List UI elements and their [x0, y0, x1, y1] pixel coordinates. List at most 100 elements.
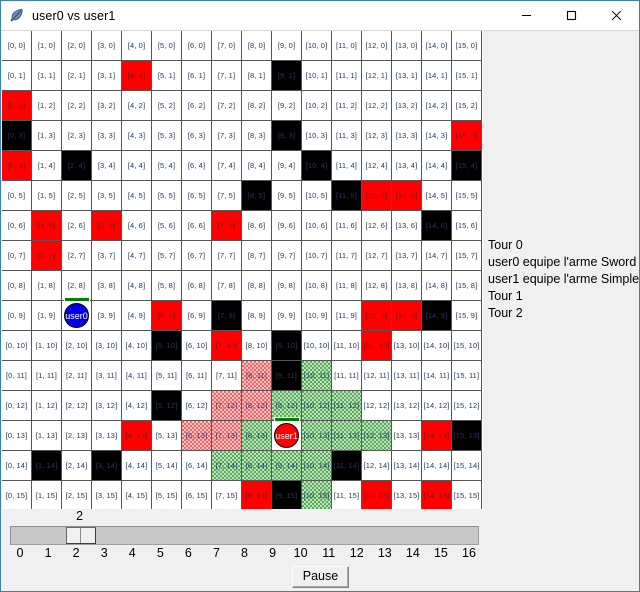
grid-cell[interactable]: [10, 7]: [302, 241, 332, 271]
grid-cell[interactable]: [14, 0]: [422, 31, 452, 61]
grid-cell[interactable]: [6, 4]: [182, 151, 212, 181]
grid-cell[interactable]: [7, 0]: [212, 31, 242, 61]
grid-cell[interactable]: [4, 2]: [122, 91, 152, 121]
grid-cell[interactable]: [1, 0]: [32, 31, 62, 61]
grid-cell[interactable]: [14, 7]: [422, 241, 452, 271]
grid-cell[interactable]: [14, 2]: [422, 91, 452, 121]
grid-cell[interactable]: [2, 12]: [62, 391, 92, 421]
grid-cell[interactable]: [12, 2]: [362, 91, 392, 121]
grid-cell[interactable]: [13, 4]: [392, 151, 422, 181]
grid-cell[interactable]: [9, 4]: [272, 151, 302, 181]
grid-cell[interactable]: [3, 6]: [92, 211, 122, 241]
grid-cell[interactable]: [8, 1]: [242, 61, 272, 91]
grid-cell[interactable]: [12, 14]: [362, 451, 392, 481]
grid-cell[interactable]: [1, 4]: [32, 151, 62, 181]
grid-cell[interactable]: [4, 6]: [122, 211, 152, 241]
grid-cell[interactable]: [1, 8]: [32, 271, 62, 301]
grid-cell[interactable]: [15, 6]: [452, 211, 482, 241]
grid-cell[interactable]: [6, 1]: [182, 61, 212, 91]
maximize-button[interactable]: [549, 1, 594, 30]
grid-cell[interactable]: [15, 11]: [452, 361, 482, 391]
grid-cell[interactable]: [2, 10]: [62, 331, 92, 361]
grid-cell[interactable]: [11, 15]: [332, 481, 362, 509]
grid-cell[interactable]: [9, 2]: [272, 91, 302, 121]
grid-cell[interactable]: [7, 12]: [212, 391, 242, 421]
grid-cell[interactable]: [4, 11]: [122, 361, 152, 391]
grid-cell[interactable]: [14, 9]: [422, 301, 452, 331]
grid-cell[interactable]: [1, 6]: [32, 211, 62, 241]
grid-cell[interactable]: [2, 2]: [62, 91, 92, 121]
grid-cell[interactable]: [3, 13]: [92, 421, 122, 451]
grid-cell[interactable]: [15, 15]: [452, 481, 482, 509]
grid-cell[interactable]: [14, 14]: [422, 451, 452, 481]
grid-cell[interactable]: [9, 8]: [272, 271, 302, 301]
grid-cell[interactable]: [8, 5]: [242, 181, 272, 211]
grid-cell[interactable]: [3, 8]: [92, 271, 122, 301]
grid-cell[interactable]: [10, 11]: [302, 361, 332, 391]
grid-cell[interactable]: [14, 1]: [422, 61, 452, 91]
grid-cell[interactable]: [8, 15]: [242, 481, 272, 509]
grid-cell[interactable]: [14, 10]: [422, 331, 452, 361]
grid-cell[interactable]: [15, 9]: [452, 301, 482, 331]
grid-cell[interactable]: [10, 6]: [302, 211, 332, 241]
grid-cell[interactable]: [0, 7]: [2, 241, 32, 271]
grid-cell[interactable]: [5, 6]: [152, 211, 182, 241]
grid-cell[interactable]: [8, 7]: [242, 241, 272, 271]
grid-cell[interactable]: [14, 8]: [422, 271, 452, 301]
grid-cell[interactable]: [12, 0]: [362, 31, 392, 61]
grid-cell[interactable]: [13, 14]: [392, 451, 422, 481]
grid-cell[interactable]: [12, 5]: [362, 181, 392, 211]
grid-cell[interactable]: [12, 13]: [362, 421, 392, 451]
grid-cell[interactable]: [14, 5]: [422, 181, 452, 211]
player-token-user0[interactable]: user0: [62, 297, 91, 330]
grid-cell[interactable]: [12, 6]: [362, 211, 392, 241]
grid-cell[interactable]: [10, 9]: [302, 301, 332, 331]
grid-cell[interactable]: [11, 13]: [332, 421, 362, 451]
grid-cell[interactable]: [8, 6]: [242, 211, 272, 241]
grid-cell[interactable]: [7, 4]: [212, 151, 242, 181]
grid-cell[interactable]: [7, 7]: [212, 241, 242, 271]
grid-cell[interactable]: [6, 5]: [182, 181, 212, 211]
grid-cell[interactable]: [0, 11]: [2, 361, 32, 391]
grid-cell[interactable]: [6, 2]: [182, 91, 212, 121]
grid-cell[interactable]: [8, 12]: [242, 391, 272, 421]
grid-cell[interactable]: [3, 15]: [92, 481, 122, 509]
grid-cell[interactable]: [6, 6]: [182, 211, 212, 241]
grid-cell[interactable]: [2, 13]: [62, 421, 92, 451]
grid-cell[interactable]: [12, 8]: [362, 271, 392, 301]
grid-cell[interactable]: [11, 2]: [332, 91, 362, 121]
grid-cell[interactable]: [1, 11]: [32, 361, 62, 391]
grid-cell[interactable]: [5, 9]: [152, 301, 182, 331]
grid-cell[interactable]: [5, 13]: [152, 421, 182, 451]
grid-cell[interactable]: [13, 9]: [392, 301, 422, 331]
grid-cell[interactable]: [12, 4]: [362, 151, 392, 181]
grid-cell[interactable]: [9, 3]: [272, 121, 302, 151]
grid-cell[interactable]: [12, 10]: [362, 331, 392, 361]
grid-cell[interactable]: [12, 15]: [362, 481, 392, 509]
grid-cell[interactable]: [5, 5]: [152, 181, 182, 211]
grid-cell[interactable]: [8, 8]: [242, 271, 272, 301]
grid-cell[interactable]: [6, 0]: [182, 31, 212, 61]
grid-cell[interactable]: [0, 15]: [2, 481, 32, 509]
grid-cell[interactable]: [9, 0]: [272, 31, 302, 61]
grid-cell[interactable]: [5, 0]: [152, 31, 182, 61]
grid-cell[interactable]: [12, 11]: [362, 361, 392, 391]
grid-cell[interactable]: [15, 10]: [452, 331, 482, 361]
grid-cell[interactable]: [5, 15]: [152, 481, 182, 509]
grid-cell[interactable]: [9, 1]: [272, 61, 302, 91]
grid-cell[interactable]: [10, 13]: [302, 421, 332, 451]
grid-cell[interactable]: [6, 11]: [182, 361, 212, 391]
grid-cell[interactable]: [14, 3]: [422, 121, 452, 151]
grid-cell[interactable]: [4, 13]: [122, 421, 152, 451]
grid-cell[interactable]: [2, 4]: [62, 151, 92, 181]
grid-cell[interactable]: [3, 11]: [92, 361, 122, 391]
grid-cell[interactable]: [6, 9]: [182, 301, 212, 331]
grid-cell[interactable]: [3, 3]: [92, 121, 122, 151]
grid-cell[interactable]: [1, 2]: [32, 91, 62, 121]
grid-cell[interactable]: [15, 0]: [452, 31, 482, 61]
grid-cell[interactable]: [4, 8]: [122, 271, 152, 301]
grid-cell[interactable]: [5, 1]: [152, 61, 182, 91]
grid-cell[interactable]: [5, 12]: [152, 391, 182, 421]
grid-cell[interactable]: [1, 3]: [32, 121, 62, 151]
close-button[interactable]: [594, 1, 639, 30]
